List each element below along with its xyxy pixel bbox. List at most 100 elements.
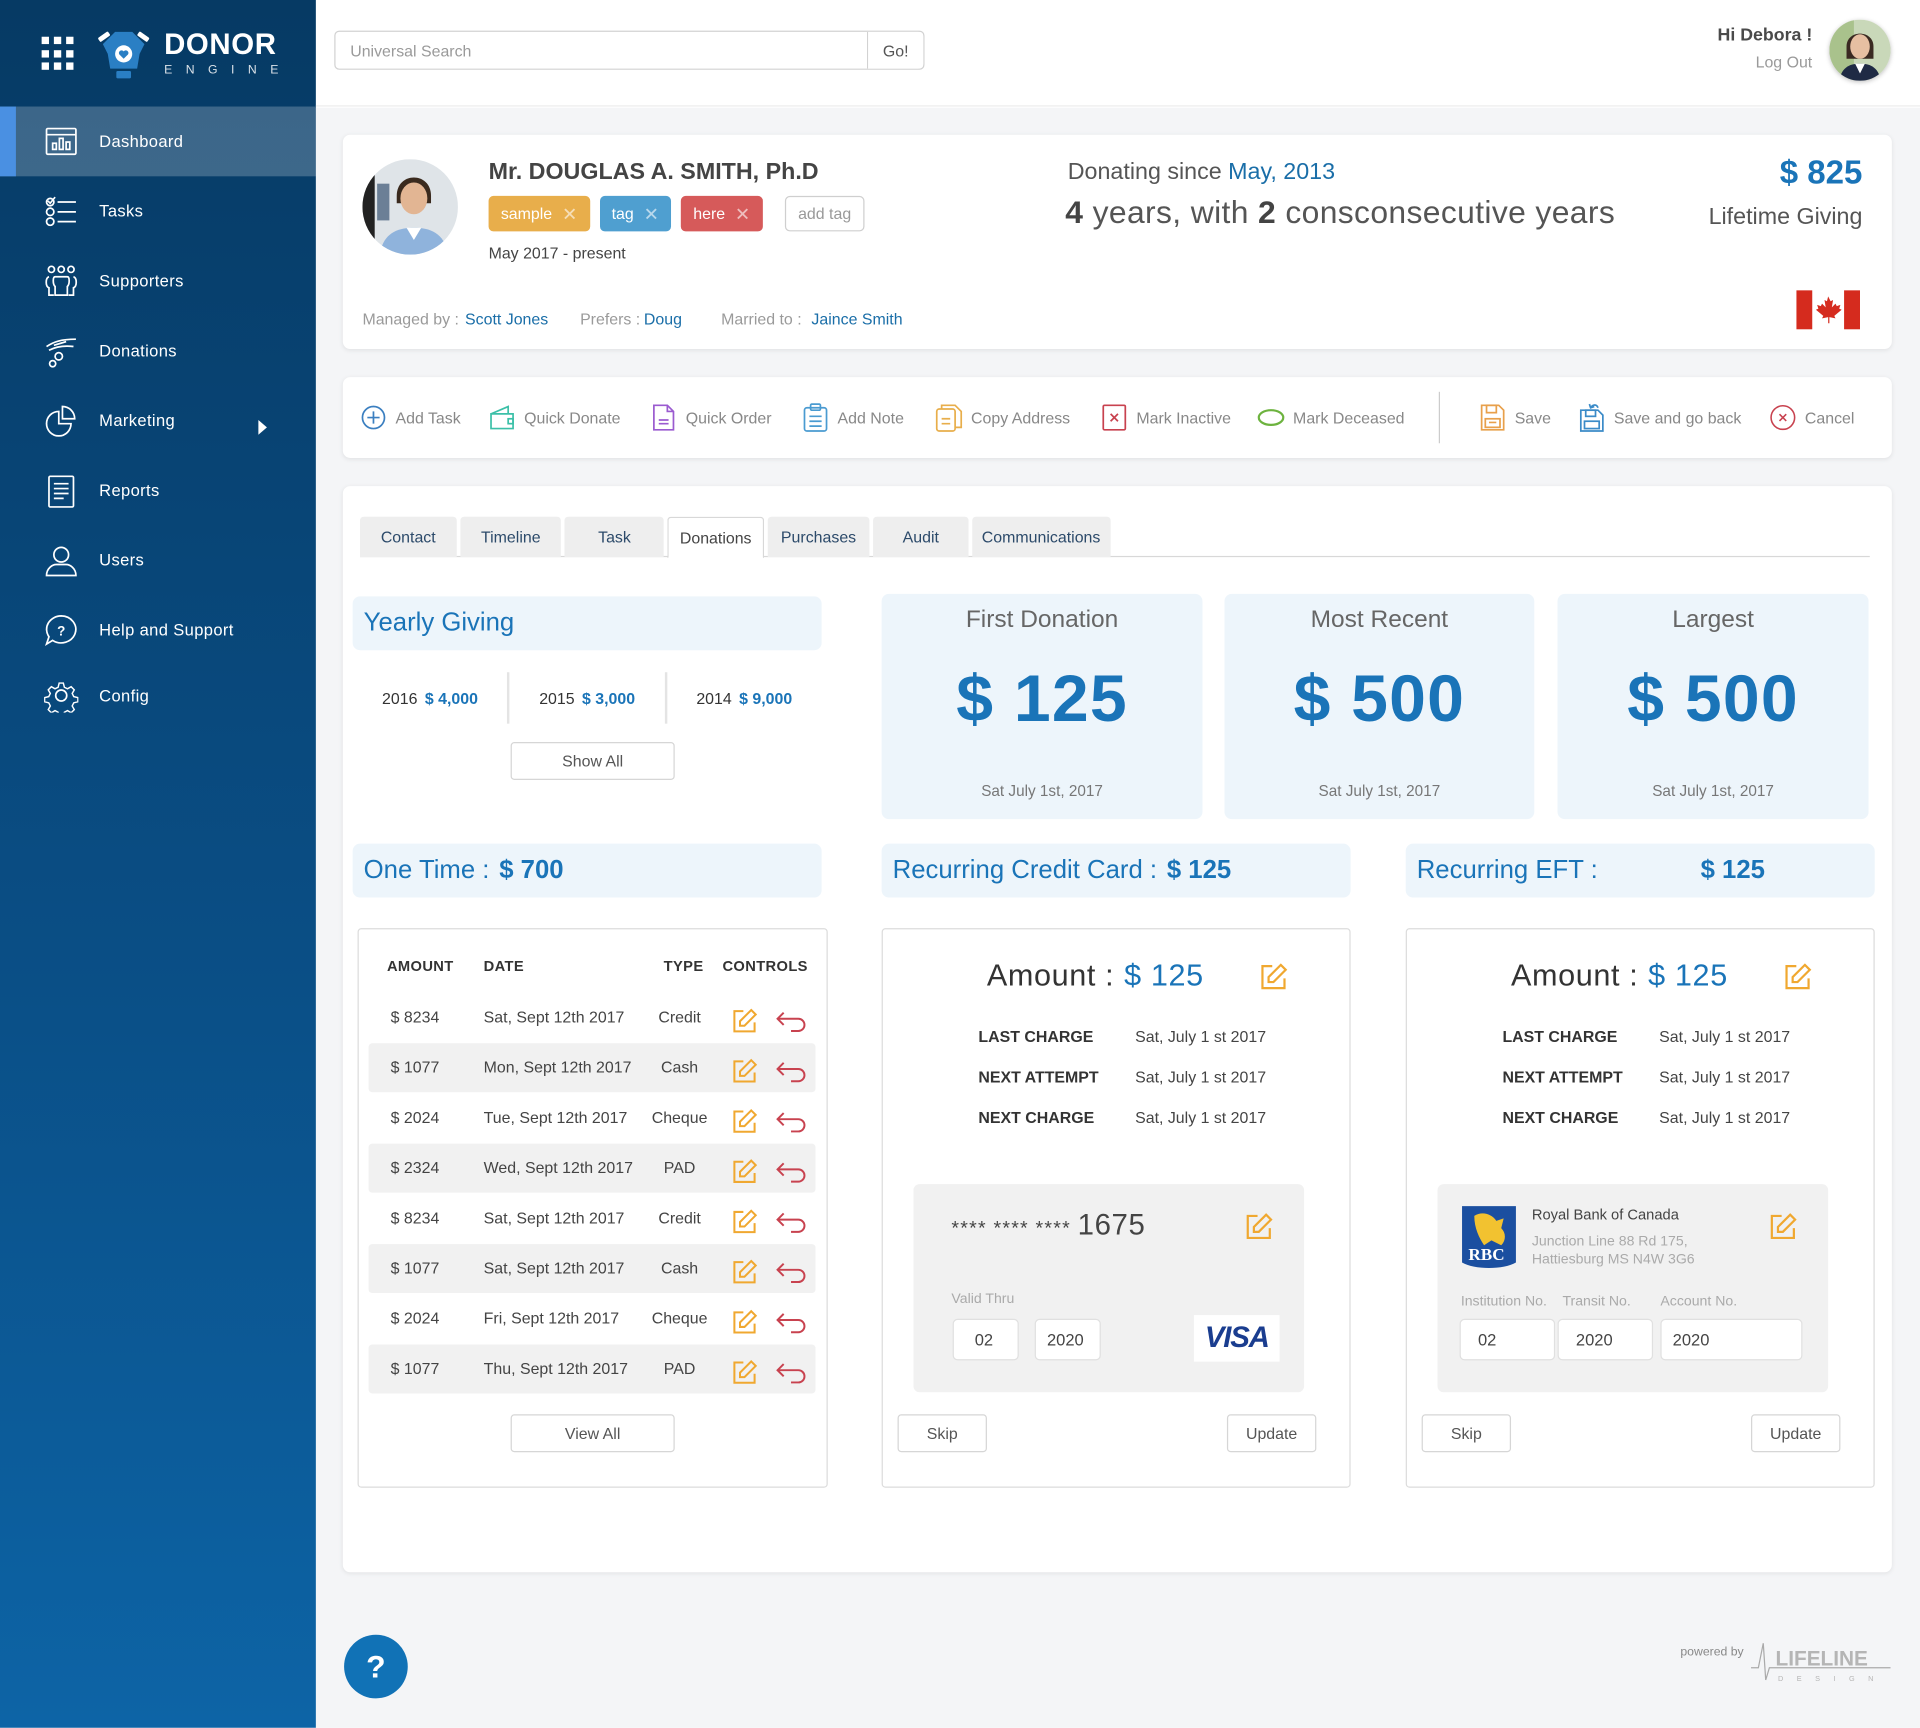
transit-no-field[interactable]: [1557, 1318, 1654, 1361]
expiry-year-field[interactable]: [1034, 1318, 1101, 1361]
quick-order-button[interactable]: Quick Order: [650, 403, 772, 432]
sidebar-item-help-and-support[interactable]: ? Help and Support: [0, 595, 316, 665]
managed-by-link[interactable]: Scott Jones: [465, 310, 548, 328]
edit-icon[interactable]: [731, 1309, 758, 1336]
cancel-button[interactable]: Cancel: [1769, 403, 1854, 432]
refund-undo-icon[interactable]: [775, 1158, 807, 1185]
copy-address-button[interactable]: Copy Address: [935, 403, 1070, 432]
skip-button[interactable]: Skip: [897, 1414, 987, 1453]
tab-donations[interactable]: Donations: [667, 516, 764, 559]
transit-label: Transit No.: [1562, 1294, 1631, 1309]
donor-avatar: [362, 159, 458, 255]
update-button[interactable]: Update: [1751, 1414, 1841, 1453]
refund-undo-icon[interactable]: [775, 1108, 807, 1135]
remove-tag-icon[interactable]: ✕: [562, 203, 577, 225]
add-note-button[interactable]: Add Note: [802, 403, 904, 432]
brand-logo[interactable]: DONOR ENGINE: [41, 27, 292, 81]
tab-communications[interactable]: Communications: [972, 516, 1111, 558]
edit-icon[interactable]: [731, 1008, 758, 1035]
remove-tag-icon[interactable]: ✕: [735, 203, 750, 225]
logout-link[interactable]: Log Out: [1718, 53, 1813, 71]
kv-value: Sat, July 1 st 2017: [1659, 1027, 1791, 1046]
sidebar-item-supporters[interactable]: Supporters: [0, 246, 316, 316]
top-bar: Go! Hi Debora ! Log Out: [315, 0, 1920, 107]
lifetime-giving: $ 825 Lifetime Giving: [1709, 154, 1863, 231]
years-text: consconsecutive years: [1285, 193, 1616, 231]
refund-undo-icon[interactable]: [775, 1008, 807, 1035]
save-button[interactable]: Save: [1479, 403, 1551, 432]
sidebar-item-donations[interactable]: Donations: [0, 316, 316, 386]
prefers-value[interactable]: Doug: [644, 310, 682, 328]
sidebar-item-reports[interactable]: Reports: [0, 456, 316, 526]
recurring-eft-box: Amount : $ 125 LAST CHARGE Sat, July 1 st …: [1405, 928, 1875, 1488]
cell-type: Cash: [660, 1057, 699, 1077]
edit-icon[interactable]: [731, 1108, 758, 1135]
quick-donate-button[interactable]: Quick Donate: [489, 403, 621, 432]
show-all-button[interactable]: Show All: [510, 742, 675, 781]
sidebar-item-config[interactable]: Config: [0, 665, 316, 726]
help-button[interactable]: ?: [344, 1634, 408, 1699]
save-label: Save: [1514, 408, 1551, 427]
cell-amount: $ 1077: [390, 1359, 440, 1378]
sidebar-item-users[interactable]: Users: [0, 525, 316, 595]
mark-inactive-button[interactable]: Mark Inactive: [1101, 403, 1231, 432]
cell-date: Sat, Sept 12th 2017: [483, 1007, 625, 1027]
cell-date: Sat, Sept 12th 2017: [483, 1208, 625, 1227]
edit-icon[interactable]: [731, 1259, 758, 1286]
help-icon: ?: [44, 614, 77, 646]
app-grid-icon[interactable]: [41, 36, 76, 71]
column-header-date: DATE: [483, 957, 525, 975]
greeting-text: Hi Debora !: [1717, 25, 1813, 46]
kv-label: NEXT CHARGE: [978, 1108, 1095, 1127]
search-go-button[interactable]: Go!: [866, 31, 924, 69]
refund-undo-icon[interactable]: [775, 1259, 807, 1286]
mark-inactive-label: Mark Inactive: [1136, 408, 1231, 427]
refund-undo-icon[interactable]: [775, 1309, 807, 1336]
sidebar-item-marketing[interactable]: Marketing: [0, 386, 316, 456]
search-input[interactable]: [335, 31, 867, 69]
remove-tag-icon[interactable]: ✕: [644, 203, 659, 225]
edit-icon[interactable]: [731, 1158, 758, 1185]
user-avatar[interactable]: [1829, 19, 1891, 81]
add-task-button[interactable]: Add Task: [360, 403, 461, 432]
married-to-link[interactable]: Jaince Smith: [811, 310, 902, 328]
update-button[interactable]: Update: [1226, 1414, 1317, 1453]
edit-amount-icon[interactable]: [1259, 962, 1288, 991]
submenu-caret-icon[interactable]: [258, 420, 267, 435]
refund-undo-icon[interactable]: [775, 1359, 807, 1386]
account-no-field[interactable]: [1660, 1318, 1803, 1361]
donor-profile-card: Mr. DOUGLAS A. SMITH, Ph.D sample ✕ tag ✕ …: [342, 134, 1892, 349]
refund-undo-icon[interactable]: [775, 1209, 807, 1236]
donor-relations: Managed by : Scott Jones Prefers : Doug Ma…: [362, 310, 934, 328]
edit-icon[interactable]: [731, 1058, 758, 1085]
wallet-icon: [490, 405, 514, 430]
recurring-credit-card-box: Amount : $ 125 LAST CHARGE Sat, July 1 st …: [881, 928, 1351, 1488]
year-amount: $ 3,000: [581, 688, 636, 708]
edit-card-icon[interactable]: [1244, 1212, 1273, 1241]
cell-type: Credit: [658, 1208, 701, 1227]
sidebar-item-dashboard[interactable]: Dashboard: [0, 106, 316, 177]
refund-undo-icon[interactable]: [775, 1058, 807, 1085]
edit-bank-icon[interactable]: [1768, 1212, 1797, 1241]
expiry-month-field[interactable]: [952, 1318, 1019, 1361]
cell-type: Cash: [660, 1258, 699, 1278]
view-all-button[interactable]: View All: [510, 1414, 675, 1453]
lifeline-design-logo: LIFELINE DESIGN: [1751, 1643, 1891, 1683]
edit-icon[interactable]: [731, 1359, 758, 1386]
edit-icon[interactable]: [731, 1209, 758, 1236]
institution-no-field[interactable]: [1459, 1318, 1556, 1361]
edit-amount-icon[interactable]: [1783, 962, 1812, 991]
one-time-label: One Time :: [363, 855, 490, 885]
sidebar-item-tasks[interactable]: Tasks: [0, 176, 316, 246]
tab-purchases[interactable]: Purchases: [767, 516, 870, 558]
tab-audit[interactable]: Audit: [873, 516, 969, 558]
mark-deceased-button[interactable]: Mark Deceased: [1257, 403, 1405, 432]
save-and-go-back-button[interactable]: Save and go back: [1578, 403, 1741, 432]
table-row: $ 1077 Thu, Sept 12th 2017 PAD: [368, 1344, 816, 1394]
skip-button[interactable]: Skip: [1421, 1414, 1512, 1453]
add-note-label: Add Note: [837, 408, 904, 427]
add-tag-button[interactable]: add tag: [784, 195, 865, 232]
tab-task[interactable]: Task: [565, 516, 664, 558]
tab-timeline[interactable]: Timeline: [460, 516, 562, 558]
tab-contact[interactable]: Contact: [360, 516, 457, 558]
